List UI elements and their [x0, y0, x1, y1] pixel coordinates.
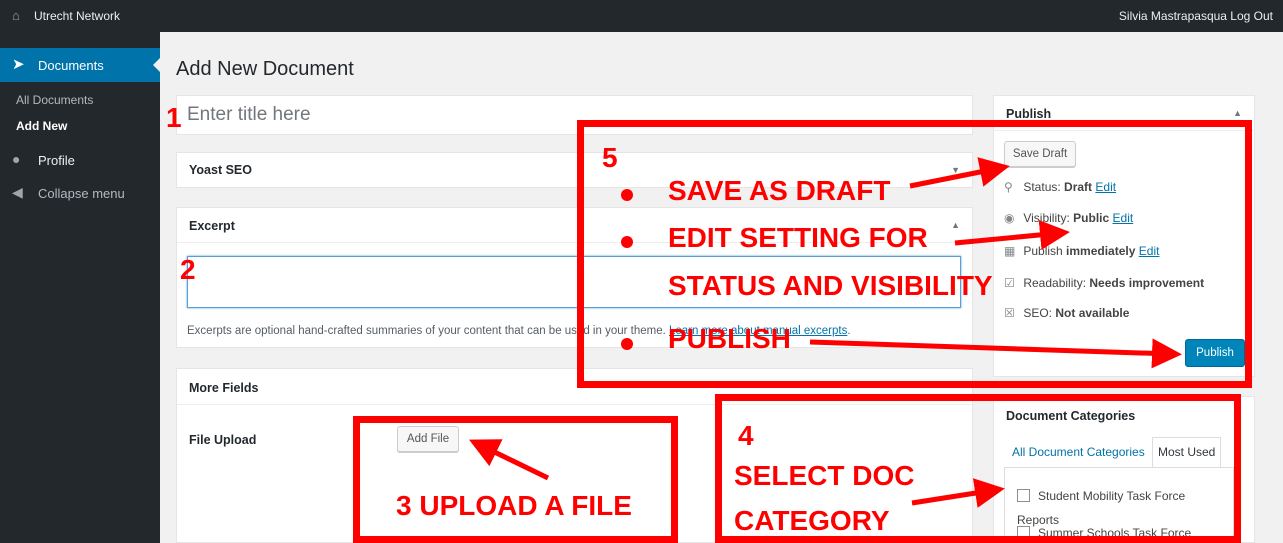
arrow-to-save-draft [909, 157, 1010, 189]
annotation-arrows [469, 157, 1182, 508]
arrow-to-visibility [954, 219, 1070, 250]
arrow-to-add-file [469, 439, 550, 481]
arrow-to-category [911, 478, 1005, 508]
arrow-to-publish [809, 338, 1182, 369]
